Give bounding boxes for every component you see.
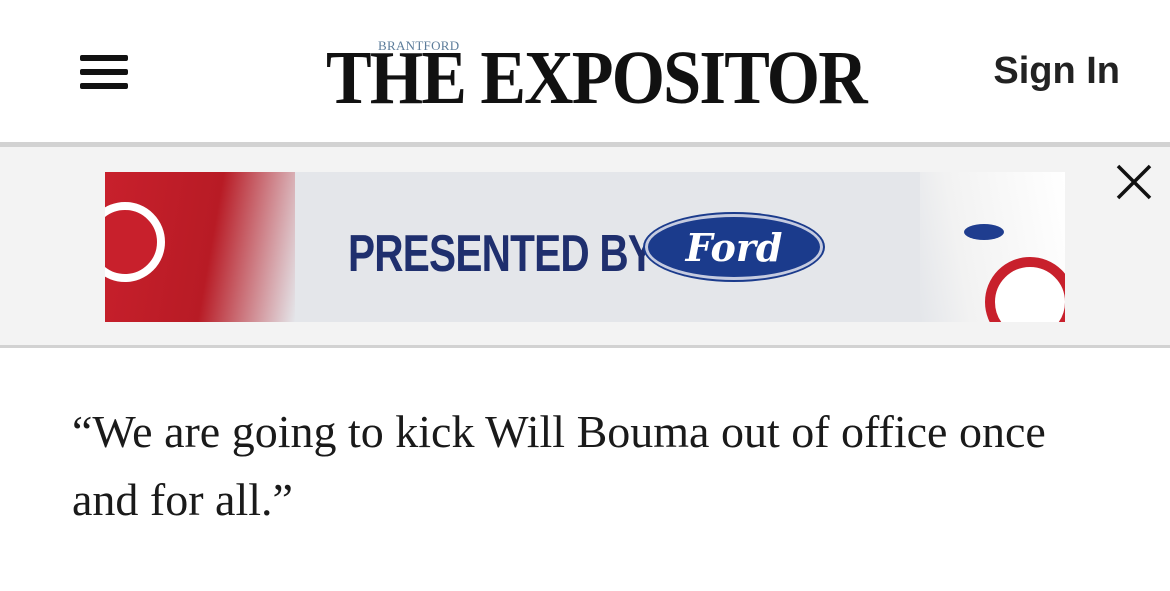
site-logo[interactable]: BRANTFORD THE EXPOSITOR (326, 34, 868, 116)
jersey-sponsor-badge (964, 224, 1004, 240)
team-crest-image (105, 202, 165, 282)
menu-line (80, 55, 128, 61)
ad-divider (0, 345, 1170, 348)
ad-banner[interactable]: PRESENTED BY Ford (105, 172, 1065, 322)
hamburger-menu-icon[interactable] (78, 50, 132, 94)
site-header: BRANTFORD THE EXPOSITOR Sign In (0, 0, 1170, 142)
menu-line (80, 69, 128, 75)
ford-logo: Ford (645, 214, 823, 280)
ad-left-photo (105, 172, 295, 322)
close-icon[interactable] (1114, 162, 1154, 202)
ad-presented-by-text: PRESENTED BY (348, 225, 655, 283)
menu-line (80, 83, 128, 89)
logo-title: THE EXPOSITOR (326, 36, 868, 120)
ad-right-photo (920, 172, 1065, 322)
ford-logo-text: Ford (685, 225, 783, 270)
sign-in-button[interactable]: Sign In (993, 50, 1120, 93)
close-x-icon (1116, 164, 1152, 200)
team-crest-image (985, 257, 1065, 322)
article-quote: “We are going to kick Will Bouma out of … (72, 406, 1046, 525)
